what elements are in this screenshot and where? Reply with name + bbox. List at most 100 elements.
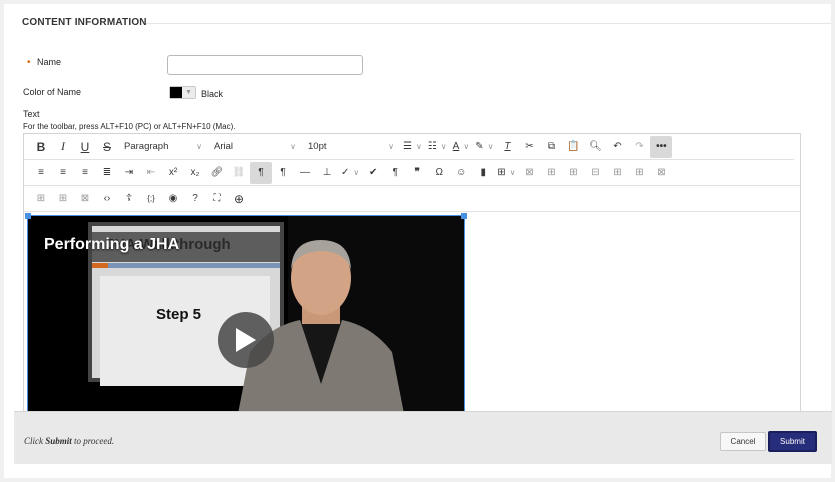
slide-step: Step 5 bbox=[156, 306, 202, 323]
code-icon[interactable]: ‹› bbox=[96, 188, 118, 210]
horizontal-line-icon[interactable]: — bbox=[294, 162, 316, 184]
strikethrough-button[interactable]: S bbox=[96, 136, 118, 158]
table-row-after-icon[interactable]: ⊞ bbox=[563, 162, 585, 184]
table-icon: ⊞ bbox=[497, 167, 506, 178]
footer-hint-emphasis: Submit bbox=[45, 436, 72, 446]
toolbar-hint: For the toolbar, press ALT+F10 (PC) or A… bbox=[23, 122, 236, 131]
bullet-list-button[interactable]: ☰ ∨ bbox=[400, 136, 425, 158]
play-icon bbox=[236, 328, 256, 352]
undo-icon[interactable]: ↶ bbox=[606, 136, 628, 158]
footer-hint-prefix: Click bbox=[24, 436, 46, 446]
italic-button[interactable]: I bbox=[52, 136, 74, 158]
color-value: Black bbox=[201, 89, 224, 99]
chevron-down-icon: ∨ bbox=[196, 142, 202, 151]
cut-icon[interactable]: ✂ bbox=[518, 136, 540, 158]
rich-text-editor: B I U S Paragraph ∨ Arial ∨ 10pt ∨ ☰ ∨ ☷ ∨ A ∨… bbox=[23, 133, 801, 423]
bookmark-icon[interactable]: ▮ bbox=[472, 162, 494, 184]
submit-footer: Click Submit to proceed. Cancel Submit bbox=[14, 411, 832, 464]
toolbar-row-3: ⊞ ⊞ ⊠ ‹› ☦ {;} ◉ ? ⛶ ⊕ bbox=[24, 186, 800, 212]
variable-icon[interactable]: {;} bbox=[140, 188, 162, 210]
blockquote-icon[interactable]: ❞ bbox=[406, 162, 428, 184]
toolbar-row-2: ≡ ≡ ≡ ≣ ⇥ ⇤ x² x₂ 🔗︎ ⛓︎ ¶ ¶ — ⊥ ✓ ∨ ✔ ¶ ❞… bbox=[24, 160, 800, 186]
emoji-icon[interactable]: ☺ bbox=[450, 162, 472, 184]
spellcheck-button[interactable]: ✓ ∨ bbox=[338, 162, 362, 184]
resize-handle-top-left[interactable] bbox=[25, 213, 31, 219]
unlink-icon[interactable]: ⛓︎ bbox=[228, 162, 250, 184]
numbered-list-icon: ☷ bbox=[427, 141, 437, 152]
bullet-list-icon: ☰ bbox=[403, 141, 412, 152]
table-delete-icon[interactable]: ⊠ bbox=[519, 162, 541, 184]
merge-cells-icon[interactable]: ⊞ bbox=[30, 188, 52, 210]
editor-content[interactable]: JHA Walkthrough Step 5 Performing a JHA bbox=[24, 212, 800, 422]
align-justify-icon[interactable]: ≣ bbox=[96, 162, 118, 184]
more-button[interactable]: ••• bbox=[650, 135, 673, 158]
numbered-list-button[interactable]: ☷ ∨ bbox=[425, 136, 450, 158]
submit-button[interactable]: Submit bbox=[768, 431, 817, 452]
fullscreen-icon[interactable]: ⛶ bbox=[206, 188, 228, 210]
special-char-icon[interactable]: Ω bbox=[428, 162, 450, 184]
table-row-delete-icon[interactable]: ⊟ bbox=[585, 162, 607, 184]
paste-icon[interactable]: 📋 bbox=[562, 136, 584, 158]
play-button[interactable] bbox=[218, 312, 274, 368]
preview-icon[interactable]: ◉ bbox=[162, 188, 184, 210]
video-title: Performing a JHA bbox=[44, 236, 180, 253]
align-center-icon[interactable]: ≡ bbox=[52, 162, 74, 184]
font-select[interactable]: Arial ∨ bbox=[208, 136, 302, 158]
paragraph-select[interactable]: Paragraph ∨ bbox=[118, 136, 208, 158]
size-select[interactable]: 10pt ∨ bbox=[302, 136, 400, 158]
chevron-down-icon: ▼ bbox=[182, 87, 195, 98]
underline-button[interactable]: U bbox=[74, 136, 96, 158]
link-icon[interactable]: 🔗︎ bbox=[206, 162, 228, 184]
table-button[interactable]: ⊞ ∨ bbox=[494, 162, 518, 184]
chevron-down-icon: ∨ bbox=[415, 142, 422, 151]
table-col-after-icon[interactable]: ⊞ bbox=[629, 162, 651, 184]
find-icon[interactable]: 🔍︎ bbox=[584, 136, 606, 158]
outdent-icon[interactable]: ⇤ bbox=[140, 162, 162, 184]
table-row-before-icon[interactable]: ⊞ bbox=[541, 162, 563, 184]
spellcheck-icon: ✓ bbox=[341, 167, 350, 178]
name-input[interactable] bbox=[167, 55, 363, 75]
chevron-down-icon: ∨ bbox=[487, 142, 494, 151]
text-color-icon: A bbox=[452, 141, 460, 152]
paragraph-mark-icon[interactable]: ¶ bbox=[384, 162, 406, 184]
resize-handle-top-right[interactable] bbox=[461, 213, 467, 219]
chevron-down-icon: ∨ bbox=[509, 168, 516, 177]
subscript-button[interactable]: x₂ bbox=[184, 162, 206, 184]
highlighter-icon: ✎ bbox=[475, 141, 484, 152]
split-cells-icon[interactable]: ⊞ bbox=[52, 188, 74, 210]
color-picker[interactable]: ▼ bbox=[169, 86, 196, 99]
copy-icon[interactable]: ⧉ bbox=[540, 136, 562, 158]
chevron-down-icon: ∨ bbox=[440, 142, 447, 151]
insert-line-icon[interactable]: ⊥ bbox=[316, 162, 338, 184]
cancel-button[interactable]: Cancel bbox=[720, 432, 766, 451]
footer-hint: Click Submit to proceed. bbox=[24, 436, 114, 446]
superscript-button[interactable]: x² bbox=[162, 162, 184, 184]
align-left-icon[interactable]: ≡ bbox=[30, 162, 52, 184]
table-props-icon[interactable]: ⊠ bbox=[74, 188, 96, 210]
checkmark-icon[interactable]: ✔ bbox=[362, 162, 384, 184]
name-label: Name bbox=[37, 57, 62, 67]
section-title: CONTENT INFORMATION bbox=[22, 17, 147, 28]
help-icon[interactable]: ? bbox=[184, 188, 206, 210]
align-right-icon[interactable]: ≡ bbox=[74, 162, 96, 184]
toolbar-row-1: B I U S Paragraph ∨ Arial ∨ 10pt ∨ ☰ ∨ ☷ ∨ A ∨… bbox=[24, 134, 794, 160]
indent-icon[interactable]: ⇥ bbox=[118, 162, 140, 184]
clear-format-icon[interactable]: T bbox=[496, 136, 518, 158]
size-select-value: 10pt bbox=[308, 141, 327, 152]
accessibility-icon[interactable]: ☦ bbox=[118, 188, 140, 210]
color-label: Color of Name bbox=[23, 87, 82, 97]
add-content-icon[interactable]: ⊕ bbox=[228, 188, 250, 210]
redo-icon[interactable]: ↷ bbox=[628, 136, 650, 158]
footer-hint-suffix: to proceed. bbox=[71, 436, 115, 446]
text-color-button[interactable]: A ∨ bbox=[450, 136, 473, 158]
rtl-icon[interactable]: ¶ bbox=[272, 162, 294, 184]
chevron-down-icon: ∨ bbox=[290, 142, 296, 151]
video-embed[interactable]: JHA Walkthrough Step 5 Performing a JHA bbox=[28, 216, 464, 422]
chevron-down-icon: ∨ bbox=[353, 168, 360, 177]
table-col-delete-icon[interactable]: ⊠ bbox=[651, 162, 673, 184]
table-col-before-icon[interactable]: ⊞ bbox=[607, 162, 629, 184]
bold-button[interactable]: B bbox=[30, 136, 52, 158]
ltr-icon[interactable]: ¶ bbox=[250, 161, 272, 184]
paragraph-select-value: Paragraph bbox=[124, 141, 169, 152]
highlight-color-button[interactable]: ✎ ∨ bbox=[472, 136, 496, 158]
